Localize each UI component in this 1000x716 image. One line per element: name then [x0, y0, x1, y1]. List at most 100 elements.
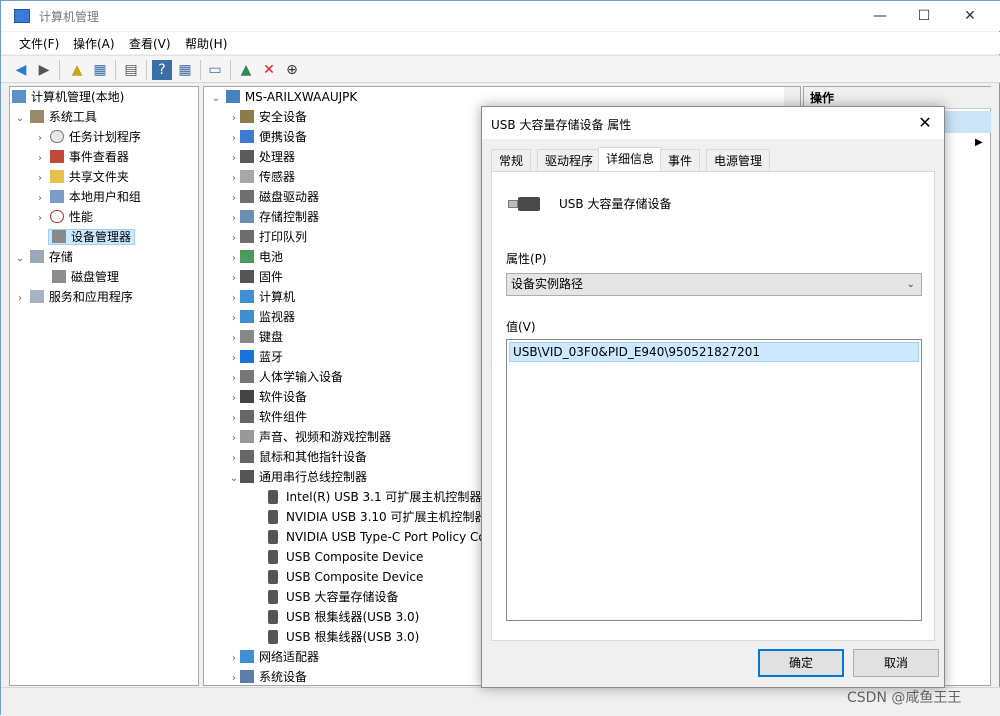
chevron-right-icon[interactable]: ›: [228, 349, 240, 369]
property-select[interactable]: 设备实例路径 ⌄: [506, 273, 922, 296]
device-category[interactable]: › 鼠标和其他指针设备: [228, 447, 367, 467]
uninstall-icon[interactable]: ✕: [259, 60, 279, 80]
usb-device-item[interactable]: USB 大容量存储设备: [268, 587, 398, 607]
tree-item-performance[interactable]: › 性能: [34, 207, 93, 227]
minimize-button[interactable]: —: [857, 1, 903, 31]
chevron-right-icon[interactable]: ›: [228, 169, 240, 189]
device-category[interactable]: › 软件组件: [228, 407, 307, 427]
help-icon[interactable]: ?: [152, 60, 172, 80]
tree-item-disk-management[interactable]: 磁盘管理: [52, 267, 119, 287]
chevron-right-icon[interactable]: ›: [14, 289, 26, 309]
chevron-right-icon[interactable]: ›: [34, 149, 46, 169]
tab-general[interactable]: 常规: [491, 149, 532, 171]
chevron-right-icon[interactable]: ›: [34, 169, 46, 189]
chevron-right-icon[interactable]: ›: [228, 229, 240, 249]
update-driver-icon[interactable]: ▲: [236, 60, 256, 80]
chevron-right-icon[interactable]: ›: [228, 369, 240, 389]
device-category[interactable]: › 软件设备: [228, 387, 307, 407]
device-category[interactable]: › 便携设备: [228, 127, 307, 147]
chevron-right-icon[interactable]: ›: [228, 209, 240, 229]
chevron-down-icon[interactable]: ⌄: [228, 469, 240, 489]
device-category[interactable]: › 系统设备: [228, 667, 307, 685]
chevron-right-icon[interactable]: ›: [228, 409, 240, 429]
device-category[interactable]: › 人体学输入设备: [228, 367, 343, 387]
chevron-right-icon[interactable]: ›: [228, 149, 240, 169]
close-button[interactable]: ✕: [947, 1, 993, 31]
chevron-right-icon[interactable]: ›: [228, 189, 240, 209]
device-category[interactable]: › 监视器: [228, 307, 295, 327]
menu-view[interactable]: 查看(V): [129, 35, 171, 52]
value-listbox[interactable]: USB\VID_03F0&PID_E940\950521827201: [506, 339, 922, 621]
up-folder-icon[interactable]: ▲: [67, 60, 87, 80]
chevron-right-icon[interactable]: ›: [34, 189, 46, 209]
chevron-right-icon[interactable]: ›: [228, 289, 240, 309]
ok-button[interactable]: 确定: [758, 649, 844, 677]
chevron-right-icon[interactable]: ›: [228, 249, 240, 269]
tree-item-root[interactable]: 计算机管理(本地): [12, 87, 124, 107]
usb-device-item[interactable]: USB 根集线器(USB 3.0): [268, 627, 419, 647]
tree-item-device-manager[interactable]: 设备管理器: [48, 227, 136, 247]
tab-driver[interactable]: 驱动程序: [537, 149, 602, 171]
chevron-right-icon[interactable]: ▶: [975, 137, 983, 148]
chevron-right-icon[interactable]: ›: [34, 209, 46, 229]
device-category[interactable]: › 蓝牙: [228, 347, 283, 367]
chevron-right-icon[interactable]: ›: [228, 269, 240, 289]
value-list-item[interactable]: USB\VID_03F0&PID_E940\950521827201: [509, 342, 919, 362]
chevron-right-icon[interactable]: ›: [228, 449, 240, 469]
device-category[interactable]: › 安全设备: [228, 107, 307, 127]
device-category[interactable]: › 打印队列: [228, 227, 307, 247]
chevron-right-icon[interactable]: ›: [228, 649, 240, 669]
chevron-right-icon[interactable]: ›: [34, 129, 46, 149]
show-action-pane-icon[interactable]: ▦: [175, 60, 195, 80]
tab-details[interactable]: 详细信息: [598, 147, 663, 172]
usb-device-item[interactable]: NVIDIA USB 3.10 可扩展主机控制器: [268, 507, 487, 527]
tree-item-task-scheduler[interactable]: › 任务计划程序: [34, 127, 141, 147]
properties-icon[interactable]: ▤: [121, 60, 141, 80]
chevron-down-icon[interactable]: ⌄: [14, 249, 26, 269]
disable-device-icon[interactable]: ⊕: [282, 60, 302, 80]
chevron-right-icon[interactable]: ›: [228, 329, 240, 349]
tree-item-local-users[interactable]: › 本地用户和组: [34, 187, 141, 207]
chevron-right-icon[interactable]: ›: [228, 429, 240, 449]
device-category[interactable]: › 处理器: [228, 147, 295, 167]
device-category[interactable]: › 磁盘驱动器: [228, 187, 319, 207]
tree-item-services-apps[interactable]: › 服务和应用程序: [14, 287, 133, 307]
cancel-button[interactable]: 取消: [853, 649, 939, 677]
back-icon[interactable]: ◀: [11, 60, 31, 80]
chevron-right-icon[interactable]: ›: [228, 669, 240, 685]
menu-help[interactable]: 帮助(H): [185, 35, 227, 52]
chevron-right-icon[interactable]: ›: [228, 309, 240, 329]
chevron-down-icon[interactable]: ⌄: [210, 89, 222, 109]
dialog-close-button[interactable]: ✕: [912, 111, 938, 135]
forward-icon[interactable]: ▶: [34, 60, 54, 80]
device-category[interactable]: › 传感器: [228, 167, 295, 187]
tree-item-system-tools[interactable]: ⌄ 系统工具: [14, 107, 97, 127]
device-category[interactable]: › 电池: [228, 247, 283, 267]
scan-hardware-icon[interactable]: ▭: [205, 60, 225, 80]
menu-action[interactable]: 操作(A): [73, 35, 115, 52]
tree-item-shared-folders[interactable]: › 共享文件夹: [34, 167, 129, 187]
tab-events[interactable]: 事件: [660, 149, 701, 171]
menu-file[interactable]: 文件(F): [19, 35, 59, 52]
usb-device-item[interactable]: Intel(R) USB 3.1 可扩展主机控制器 -: [268, 487, 490, 507]
tree-item-storage[interactable]: ⌄ 存储: [14, 247, 73, 267]
device-tree-root[interactable]: ⌄ MS-ARILXWAAUJPK: [210, 87, 357, 107]
show-hide-tree-icon[interactable]: ▦: [90, 60, 110, 80]
device-category[interactable]: › 存储控制器: [228, 207, 319, 227]
device-category[interactable]: › 固件: [228, 267, 283, 287]
usb-device-item[interactable]: NVIDIA USB Type-C Port Policy Co: [268, 527, 486, 547]
maximize-button[interactable]: ☐: [901, 1, 947, 31]
usb-device-item[interactable]: USB Composite Device: [268, 567, 423, 587]
tree-item-event-viewer[interactable]: › 事件查看器: [34, 147, 129, 167]
device-category[interactable]: › 计算机: [228, 287, 295, 307]
usb-device-item[interactable]: USB 根集线器(USB 3.0): [268, 607, 419, 627]
chevron-right-icon[interactable]: ›: [228, 389, 240, 409]
device-category[interactable]: ⌄ 通用串行总线控制器: [228, 467, 367, 487]
chevron-right-icon[interactable]: ›: [228, 129, 240, 149]
usb-device-item[interactable]: USB Composite Device: [268, 547, 423, 567]
device-category[interactable]: › 声音、视频和游戏控制器: [228, 427, 391, 447]
tab-power-management[interactable]: 电源管理: [706, 149, 771, 171]
chevron-right-icon[interactable]: ›: [228, 109, 240, 129]
device-category[interactable]: › 键盘: [228, 327, 283, 347]
device-category[interactable]: › 网络适配器: [228, 647, 319, 667]
